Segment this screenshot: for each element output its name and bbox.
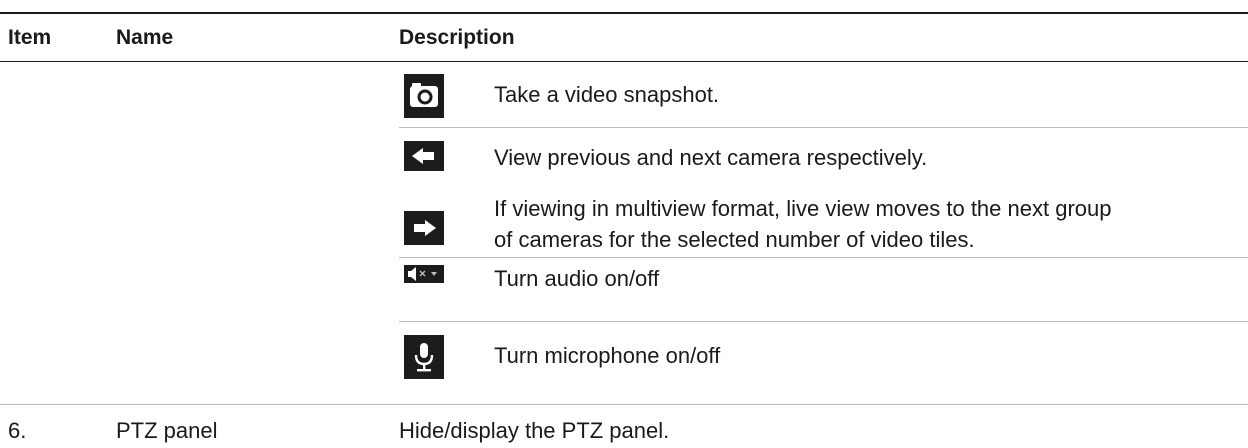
item-description: Hide/display the PTZ panel. xyxy=(399,418,670,443)
row-description: Take a video snapshot. xyxy=(494,82,720,107)
row-divider xyxy=(399,257,1248,258)
row-description: Turn microphone on/off xyxy=(494,343,721,368)
row-description: View previous and next camera respective… xyxy=(494,145,928,170)
speaker-mute-icon xyxy=(404,265,444,283)
row-description: Turn audio on/off xyxy=(494,266,660,291)
arrow-left-icon xyxy=(404,141,444,171)
column-header-description: Description xyxy=(399,26,515,49)
column-header-item: Item xyxy=(8,26,52,49)
section-rule xyxy=(0,404,1248,405)
row-divider xyxy=(399,127,1248,128)
item-name: PTZ panel xyxy=(116,418,218,443)
header-rule xyxy=(0,61,1248,62)
microphone-icon xyxy=(404,335,444,379)
column-header-name: Name xyxy=(116,26,174,49)
row-description-line-1: If viewing in multiview format, live vie… xyxy=(494,196,1112,221)
row-divider xyxy=(399,321,1248,322)
row-description-line-2: of cameras for the selected number of vi… xyxy=(494,227,975,252)
arrow-right-icon xyxy=(404,211,444,245)
item-number: 6. xyxy=(8,418,27,443)
table-top-rule xyxy=(0,12,1248,14)
camera-icon xyxy=(404,74,444,118)
